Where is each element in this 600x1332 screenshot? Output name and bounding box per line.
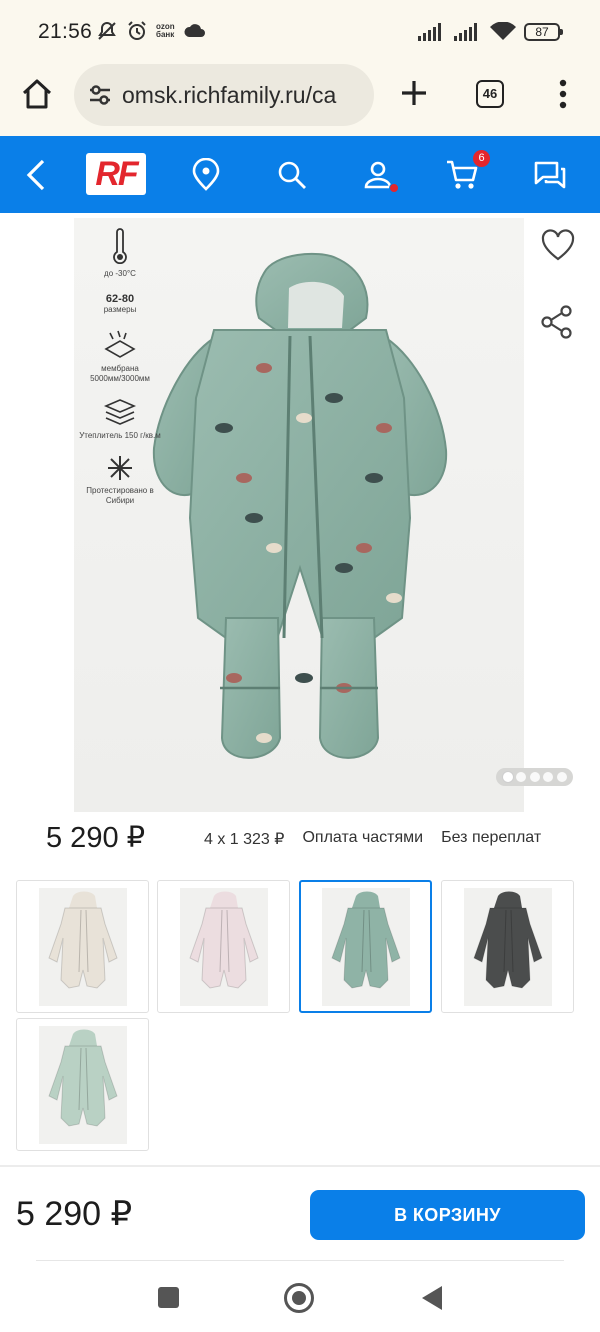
- feature-insulation: Утеплитель 150 г/кв.м: [78, 398, 162, 441]
- alarm-icon: [128, 21, 146, 40]
- tabs-icon[interactable]: 46: [476, 80, 504, 108]
- feature-membrane: мембрана 5000мм/3000мм: [78, 329, 162, 384]
- bottom-divider: [0, 1165, 600, 1167]
- menu-icon[interactable]: [552, 78, 574, 110]
- status-time: 21:56: [38, 20, 93, 43]
- gallery-dot[interactable]: [529, 772, 540, 782]
- installment-info[interactable]: 4 x 1 323 ₽ Оплата частями Без переплат: [204, 829, 541, 849]
- gallery-dot[interactable]: [502, 772, 513, 782]
- product-price: 5 290 ₽: [46, 822, 146, 854]
- wifi-icon: [490, 22, 516, 40]
- back-triangle-icon[interactable]: [422, 1286, 442, 1310]
- color-variant-thumb[interactable]: [299, 880, 432, 1013]
- status-right-icons: 87: [418, 22, 563, 42]
- cloud-icon: [184, 24, 205, 37]
- feature-tested: Протестировано в Сибири: [78, 455, 162, 506]
- color-variant-thumb[interactable]: [157, 880, 290, 1013]
- status-bar: 21:56 ozon банк 87: [0, 0, 600, 62]
- status-left-icons: ozon банк: [96, 20, 207, 42]
- feature-temperature: до -30°С: [78, 228, 162, 279]
- favorite-icon[interactable]: [540, 228, 576, 264]
- signal-icon: [454, 23, 477, 41]
- layers-icon: [103, 399, 137, 425]
- color-variant-thumb[interactable]: [441, 880, 574, 1013]
- gallery-dot[interactable]: [543, 772, 553, 782]
- ozon-bank-icon: ozon банк: [156, 22, 175, 39]
- variant-image: [321, 887, 410, 1006]
- bottom-price: 5 290 ₽: [16, 1195, 133, 1233]
- back-icon[interactable]: [16, 155, 56, 195]
- snowflake-icon: [108, 456, 132, 480]
- gallery-pagination[interactable]: [496, 768, 573, 786]
- gallery-dot[interactable]: [516, 772, 526, 782]
- location-icon[interactable]: [186, 155, 226, 195]
- variant-image: [38, 1025, 127, 1144]
- membrane-icon: [104, 330, 136, 358]
- browser-toolbar: omsk.richfamily.ru/ca 46: [0, 62, 600, 136]
- variant-image: [463, 887, 552, 1006]
- cart-count-badge: 6: [473, 150, 490, 167]
- thermometer-icon: [113, 228, 127, 265]
- recents-icon[interactable]: [158, 1287, 179, 1308]
- site-settings-icon[interactable]: [88, 85, 112, 105]
- variant-image: [179, 887, 268, 1006]
- user-notification-dot: [389, 183, 399, 193]
- plus-icon[interactable]: [398, 77, 430, 109]
- mute-icon: [98, 21, 116, 40]
- search-icon[interactable]: [272, 155, 312, 195]
- address-bar[interactable]: omsk.richfamily.ru/ca: [74, 64, 374, 126]
- rf-logo[interactable]: RF: [86, 153, 146, 195]
- system-nav-bar: [0, 1262, 600, 1332]
- installment-label: Оплата частями: [302, 829, 424, 846]
- features-column: до -30°С 62-80 размеры мембрана 5000мм/3…: [78, 228, 162, 520]
- gallery-dot[interactable]: [556, 772, 567, 782]
- site-header: RF: [0, 136, 600, 213]
- signal-icon: [418, 23, 441, 41]
- installment-amount: 4 x 1 323 ₽: [204, 831, 285, 848]
- add-to-cart-button[interactable]: В КОРЗИНУ: [310, 1190, 585, 1240]
- variant-image: [38, 887, 127, 1006]
- share-icon[interactable]: [540, 304, 574, 340]
- url-text: omsk.richfamily.ru/ca: [122, 81, 337, 108]
- home-icon[interactable]: [20, 77, 54, 111]
- no-overpay-label: Без переплат: [441, 829, 542, 846]
- bottom-separator: [36, 1260, 564, 1261]
- color-variant-thumb[interactable]: [16, 880, 149, 1013]
- feature-sizes: 62-80 размеры: [103, 293, 137, 314]
- battery-icon: 87: [524, 23, 563, 41]
- chat-icon[interactable]: [530, 155, 570, 195]
- home-circle-icon[interactable]: [284, 1283, 314, 1313]
- color-variant-thumb[interactable]: [16, 1018, 149, 1151]
